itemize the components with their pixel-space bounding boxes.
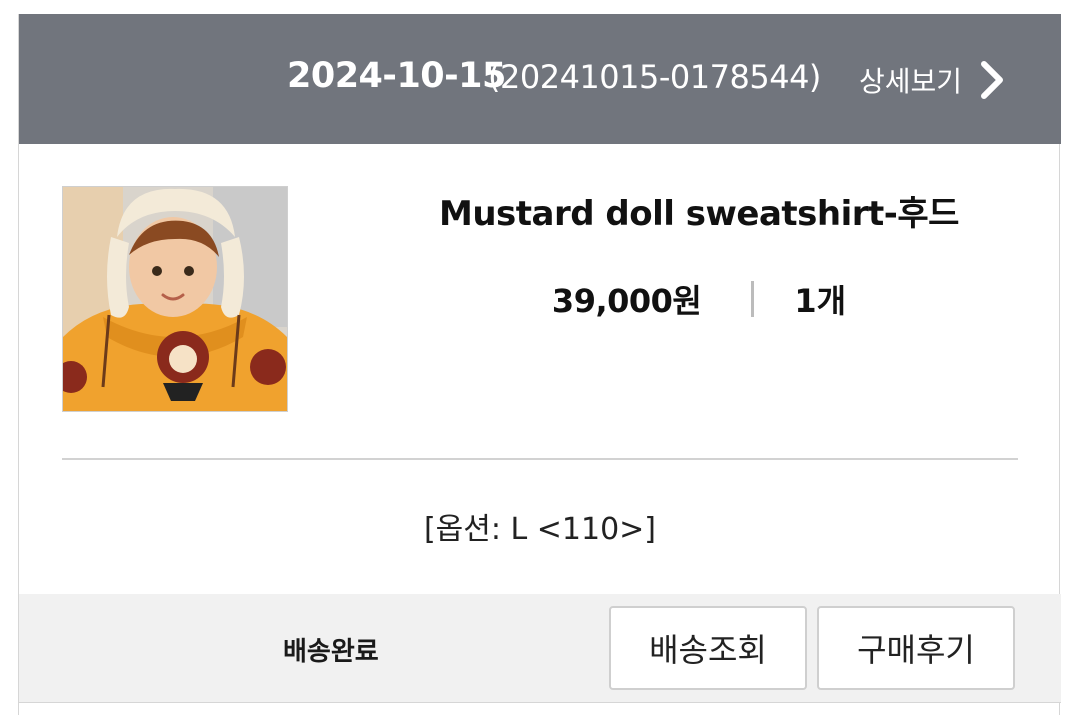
delivery-status: 배송완료 (283, 637, 379, 667)
price-quantity-row: 39,000원 1개 (399, 276, 999, 322)
price-divider (751, 281, 755, 317)
view-details-label: 상세보기 (859, 65, 963, 98)
product-image[interactable] (62, 186, 288, 412)
order-number: (20241015-0178544) (488, 58, 821, 96)
product-price: 39,000원 (551, 282, 702, 320)
order-card: 2024-10-15 (20241015-0178544) 상세보기 Musta… (18, 14, 1061, 715)
write-review-button[interactable]: 구매후기 (817, 606, 1015, 690)
product-quantity: 1개 (794, 282, 847, 320)
view-details-link[interactable]: 상세보기 (859, 54, 1014, 106)
section-divider (62, 458, 1018, 460)
order-footer: 배송완료 배송조회 구매후기 (19, 594, 1061, 702)
footer-divider (19, 702, 1061, 703)
order-header: 2024-10-15 (20241015-0178544) 상세보기 (19, 14, 1061, 144)
track-delivery-button[interactable]: 배송조회 (609, 606, 807, 690)
product-option: [옵션: L <110>] (423, 512, 657, 547)
chevron-right-icon (978, 60, 1014, 100)
product-name[interactable]: Mustard doll sweatshirt-후드 (399, 186, 999, 235)
order-date: 2024-10-15 (287, 56, 506, 96)
